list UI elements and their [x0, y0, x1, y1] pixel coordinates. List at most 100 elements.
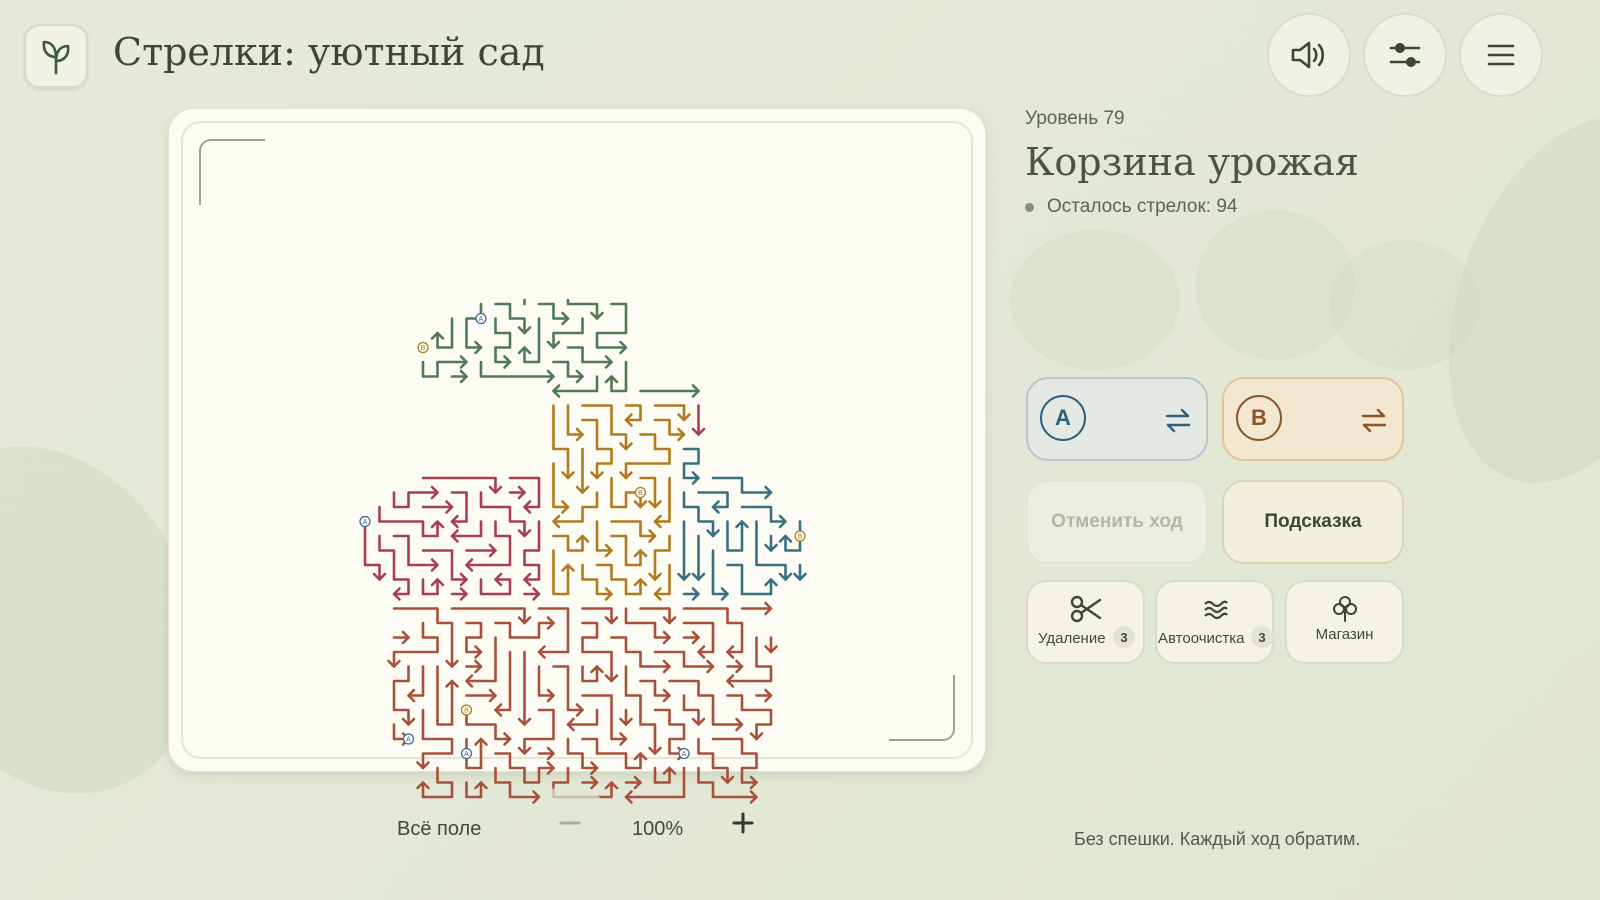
arrow-path[interactable] [653, 476, 671, 523]
sound-button[interactable] [1267, 13, 1351, 97]
arrow-path[interactable] [668, 679, 744, 726]
arrow-path[interactable] [537, 607, 570, 654]
arrow-path[interactable] [450, 520, 483, 538]
arrow-path[interactable] [465, 708, 512, 741]
arrow-path[interactable] [610, 360, 628, 393]
app-logo[interactable] [24, 24, 88, 88]
arrow-path[interactable] [726, 636, 773, 683]
arrow-path[interactable] [581, 607, 613, 625]
arrow-puzzle[interactable]: B A A B B B A A A [357, 299, 807, 824]
hint-button[interactable]: Подсказка [1222, 480, 1404, 564]
arrow-path[interactable] [653, 563, 671, 596]
arrow-path[interactable] [726, 520, 744, 552]
arrow-path[interactable] [392, 491, 439, 509]
arrow-path[interactable] [566, 404, 584, 436]
arrow-path[interactable] [726, 563, 773, 596]
arrow-path[interactable] [653, 650, 715, 668]
zoom-out-button[interactable] [555, 808, 585, 838]
arrow-path[interactable] [697, 737, 729, 784]
autoclean-tool-button[interactable]: Автоочистка 3 [1155, 580, 1274, 664]
arrow-path[interactable] [392, 621, 439, 668]
arrow-path[interactable] [392, 665, 410, 726]
arrow-path[interactable] [378, 534, 410, 596]
settings-button[interactable] [1363, 13, 1447, 97]
arrow-path[interactable] [465, 621, 483, 654]
arrow-path[interactable] [465, 302, 483, 349]
remove-tool-label: Удаление [1038, 630, 1106, 647]
arrow-path[interactable] [740, 505, 787, 523]
svg-text:B: B [638, 490, 643, 497]
arrow-path[interactable] [552, 404, 570, 480]
arrow-path[interactable] [450, 491, 468, 523]
mode-marker-icon: B [794, 530, 806, 542]
arrow-path[interactable] [378, 505, 439, 538]
arrow-path[interactable] [624, 665, 657, 755]
arrow-path[interactable] [682, 694, 700, 726]
arrow-path[interactable] [639, 607, 671, 625]
arrow-path[interactable] [552, 534, 584, 552]
arrow-path[interactable] [581, 404, 628, 451]
arrow-path[interactable] [479, 491, 526, 538]
arrow-path[interactable] [479, 360, 555, 378]
arrow-path[interactable] [421, 766, 454, 799]
arrow-path[interactable] [523, 708, 555, 755]
arrow-path[interactable] [610, 534, 642, 567]
arrow-path[interactable] [682, 491, 715, 538]
arrow-path[interactable] [711, 737, 758, 784]
arrow-path[interactable] [653, 418, 686, 436]
arrow-path[interactable] [639, 679, 671, 697]
arrow-path[interactable] [610, 520, 657, 538]
arrow-path[interactable] [566, 708, 599, 726]
shop-button[interactable]: Магазин [1285, 580, 1404, 664]
arrow-path[interactable] [450, 607, 526, 625]
autoclean-tool-count: 3 [1251, 626, 1273, 648]
arrow-path[interactable] [711, 476, 773, 494]
arrow-path[interactable] [595, 520, 613, 552]
fit-board-button[interactable]: Всё поле [397, 818, 481, 841]
zoom-in-button[interactable] [728, 808, 758, 838]
arrow-path[interactable] [494, 752, 555, 784]
arrow-path[interactable] [595, 302, 628, 349]
arrow-path[interactable] [653, 404, 686, 422]
arrow-path[interactable] [523, 317, 541, 364]
level-title: Корзина урожая [1025, 140, 1359, 184]
arrow-path[interactable] [624, 607, 671, 639]
arrow-path[interactable] [552, 665, 584, 712]
arrow-path[interactable] [711, 549, 729, 596]
arrow-path[interactable] [581, 418, 613, 480]
arrow-path[interactable] [595, 563, 642, 596]
arrow-path[interactable] [581, 694, 628, 741]
arrow-path[interactable] [494, 317, 512, 364]
arrow-path[interactable] [436, 665, 454, 726]
app-title: Стрелки: уютный сад [113, 30, 545, 74]
arrow-path[interactable] [552, 462, 570, 509]
arrow-path[interactable] [624, 433, 671, 480]
arrow-path[interactable] [465, 636, 497, 683]
arrow-path[interactable] [479, 578, 512, 596]
arrow-path[interactable] [363, 520, 381, 581]
remove-tool-button[interactable]: Удаление 3 [1026, 580, 1145, 664]
arrow-path[interactable] [494, 650, 512, 712]
arrow-path[interactable] [552, 360, 584, 378]
arrow-path[interactable] [523, 299, 599, 320]
arrow-path[interactable] [436, 317, 454, 349]
arrow-path[interactable] [421, 360, 468, 378]
arrow-path[interactable] [407, 665, 425, 697]
arrow-path[interactable] [726, 694, 773, 741]
arrow-path[interactable] [682, 447, 700, 480]
arrow-path[interactable] [537, 302, 570, 320]
arrow-path[interactable] [566, 346, 613, 364]
arrow-path[interactable] [552, 549, 570, 596]
arrow-path[interactable] [494, 621, 555, 639]
mode-b-button[interactable]: B [1222, 377, 1404, 461]
arrow-path[interactable] [465, 520, 512, 567]
menu-button[interactable] [1459, 13, 1543, 97]
arrow-path[interactable] [537, 665, 555, 697]
mode-a-button[interactable]: A [1026, 377, 1208, 461]
arrow-path[interactable] [653, 534, 671, 581]
arrow-path[interactable] [523, 520, 541, 581]
arrow-path[interactable] [697, 491, 729, 509]
arrow-path[interactable] [653, 708, 686, 755]
arrow-path[interactable] [552, 375, 599, 393]
undo-button[interactable]: Отменить ход [1026, 480, 1208, 564]
